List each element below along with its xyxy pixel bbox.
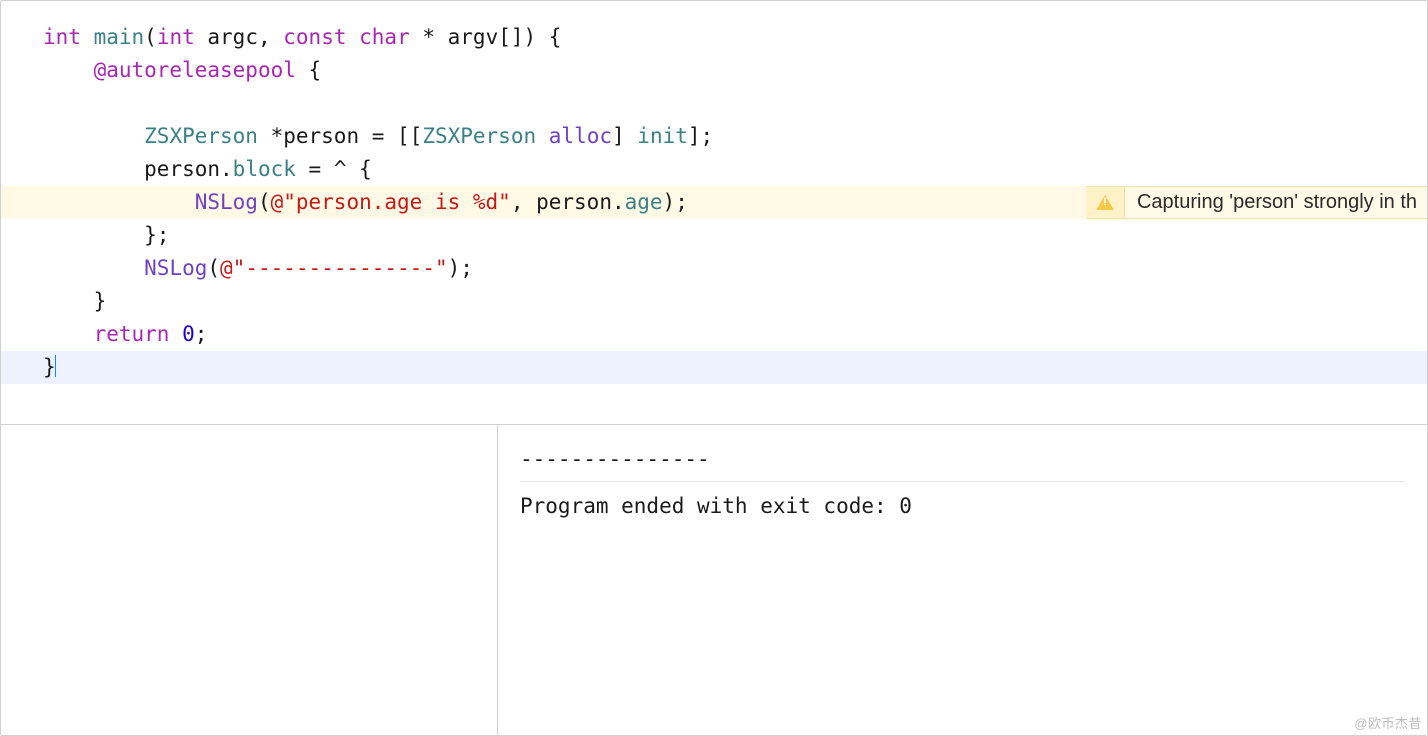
code-token: ZSXPerson xyxy=(422,124,536,148)
xcode-window: int main(int argc, const char * argv[]) … xyxy=(0,0,1428,736)
code-line[interactable]: @autoreleasepool { xyxy=(1,54,1427,87)
code-line[interactable]: NSLog(@"person.age is %d", person.age);!… xyxy=(1,186,1427,219)
code-line[interactable]: NSLog(@"---------------"); xyxy=(1,252,1427,285)
code-token: ( xyxy=(258,190,271,214)
code-line[interactable]: } xyxy=(1,285,1427,318)
warning-triangle-icon: ! xyxy=(1086,186,1124,219)
code-line[interactable] xyxy=(1,87,1427,120)
debug-area: --------------- Program ended with exit … xyxy=(1,425,1427,735)
code-token: age xyxy=(625,190,663,214)
code-token: , person. xyxy=(511,190,625,214)
code-token: @"person.age is %d" xyxy=(271,190,511,214)
code-token: ZSXPerson xyxy=(144,124,258,148)
code-token: = ^ { xyxy=(296,157,372,181)
code-line[interactable]: int main(int argc, const char * argv[]) … xyxy=(1,21,1427,54)
code-token: NSLog xyxy=(195,190,258,214)
watermark: @欧币杰昔 xyxy=(1354,713,1422,732)
code-line[interactable]: return 0; xyxy=(1,318,1427,351)
code-token: const xyxy=(283,25,346,49)
code-token: alloc xyxy=(549,124,612,148)
code-token: block xyxy=(233,157,296,181)
code-token xyxy=(346,25,359,49)
code-token: @autoreleasepool xyxy=(94,58,296,82)
code-token: *person = [[ xyxy=(258,124,422,148)
code-token: NSLog xyxy=(144,256,207,280)
code-token: ); xyxy=(448,256,473,280)
code-token: ] xyxy=(612,124,637,148)
variables-view[interactable] xyxy=(1,425,498,735)
console-separator xyxy=(520,481,1405,482)
code-token: person. xyxy=(144,157,233,181)
inline-warning-message: Capturing 'person' strongly in th xyxy=(1124,186,1427,219)
text-cursor xyxy=(55,355,57,377)
code-editor[interactable]: int main(int argc, const char * argv[]) … xyxy=(1,1,1427,384)
code-token: argc, xyxy=(195,25,284,49)
console-line: Program ended with exit code: 0 xyxy=(520,490,1405,522)
code-line[interactable]: person.block = ^ { xyxy=(1,153,1427,186)
editor-gap xyxy=(1,384,1427,424)
code-line[interactable]: ZSXPerson *person = [[ZSXPerson alloc] i… xyxy=(1,120,1427,153)
code-token: return xyxy=(94,322,170,346)
code-line[interactable]: }; xyxy=(1,219,1427,252)
code-token: int xyxy=(157,25,195,49)
code-token: ( xyxy=(207,256,220,280)
code-token: { xyxy=(296,58,321,82)
code-token: ( xyxy=(144,25,157,49)
inline-warning[interactable]: !Capturing 'person' strongly in th xyxy=(1086,186,1427,219)
code-token: int xyxy=(43,25,94,49)
code-token: char xyxy=(359,25,410,49)
code-token: init xyxy=(637,124,688,148)
code-token: }; xyxy=(144,223,169,247)
code-token xyxy=(536,124,549,148)
code-token: ); xyxy=(663,190,688,214)
code-token: 0 xyxy=(182,322,195,346)
code-token: } xyxy=(94,289,107,313)
code-token: ; xyxy=(195,322,208,346)
code-token: @"---------------" xyxy=(220,256,448,280)
code-token xyxy=(169,322,182,346)
code-line[interactable]: } xyxy=(1,351,1427,384)
code-token: ]; xyxy=(688,124,713,148)
console-line: --------------- xyxy=(520,443,1405,475)
code-token: main xyxy=(94,25,145,49)
console-output[interactable]: --------------- Program ended with exit … xyxy=(498,425,1427,735)
code-token: * argv[]) { xyxy=(410,25,562,49)
